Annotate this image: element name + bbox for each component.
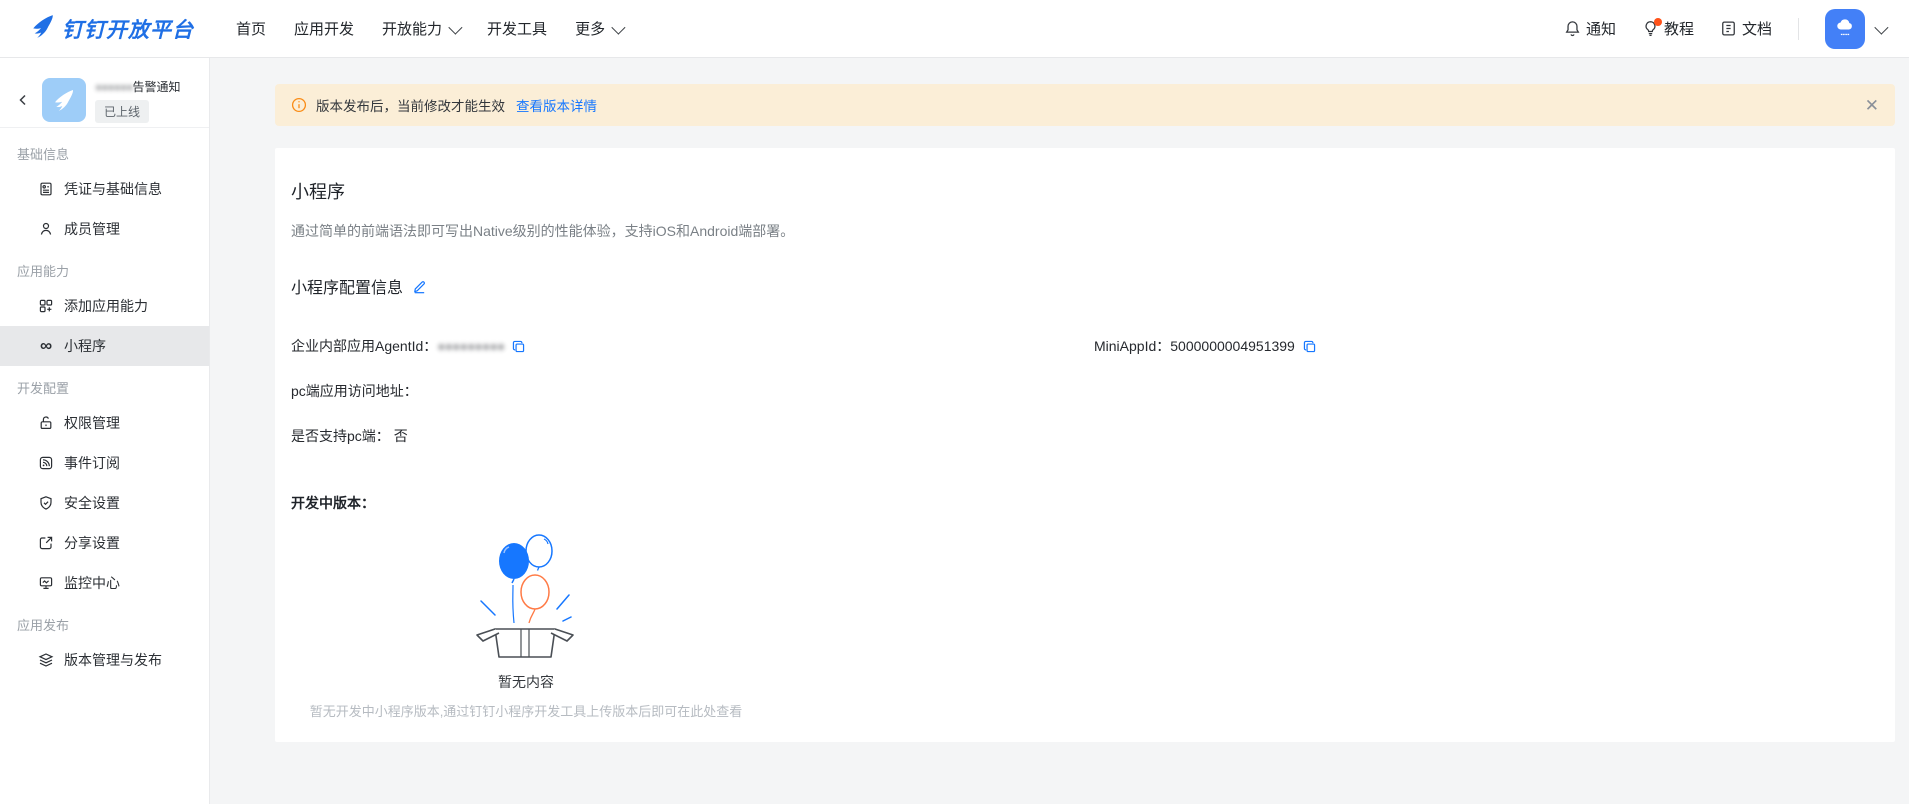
app-logo	[42, 78, 86, 122]
miniapp-panel: 小程序 通过简单的前端语法即可写出Native级别的性能体验，支持iOS和And…	[275, 148, 1895, 742]
edit-icon[interactable]	[412, 279, 427, 294]
open-box-balloons-illustration	[451, 529, 601, 661]
header-divider	[1798, 18, 1799, 40]
empty-state: 暂无内容 暂无开发中小程序版本,通过钉钉小程序开发工具上传版本后即可在此处查看	[291, 529, 761, 720]
miniapp-id-value: 5000000004951399	[1170, 338, 1295, 354]
monitor-icon	[38, 575, 54, 591]
brand-logo[interactable]: 钉钉开放平台	[30, 13, 194, 44]
nav-home[interactable]: 首页	[222, 0, 280, 58]
chevron-left-icon	[17, 94, 29, 106]
sidebar-item-permissions[interactable]: 权限管理	[0, 403, 209, 443]
sidebar-item-credentials[interactable]: 凭证与基础信息	[0, 169, 209, 209]
top-navbar: 钉钉开放平台 首页 应用开发 开放能力 开发工具 更多 通知	[0, 0, 1909, 58]
sidebar: ●●●●●●告警通知 已上线 基础信息 凭证与基础信息 成员管理	[0, 58, 210, 804]
chevron-down-icon	[1874, 20, 1888, 34]
miniapp-id-label: MiniAppId：	[1094, 336, 1170, 356]
pc-support-label: 是否支持pc端：	[291, 428, 390, 444]
bell-icon	[1564, 20, 1581, 37]
member-icon	[38, 221, 54, 237]
header-actions: 通知 教程 文档	[1564, 9, 1885, 49]
app-name: ●●●●●●告警通知	[95, 78, 181, 95]
notification-label: 通知	[1586, 18, 1616, 39]
section-app-release: 应用发布	[0, 615, 209, 640]
miniapp-infinity-icon: ∞	[38, 339, 54, 353]
sidebar-item-miniapp[interactable]: ∞ 小程序	[0, 326, 209, 366]
credential-icon	[38, 181, 54, 197]
empty-title: 暂无内容	[291, 672, 761, 692]
layers-icon	[38, 652, 54, 668]
sidebar-item-version-release[interactable]: 版本管理与发布	[0, 640, 209, 680]
main-nav: 首页 应用开发 开放能力 开发工具 更多	[222, 0, 636, 58]
sidebar-menu: 基础信息 凭证与基础信息 成员管理 应用能力	[0, 128, 209, 680]
pc-url-row: pc端应用访问地址：	[291, 381, 1871, 401]
sidebar-item-security[interactable]: 安全设置	[0, 483, 209, 523]
version-notice-banner: 版本发布后，当前修改才能生效 查看版本详情 ✕	[275, 84, 1895, 126]
app-header: ●●●●●●告警通知 已上线	[0, 58, 209, 128]
empty-caption: 暂无开发中小程序版本,通过钉钉小程序开发工具上传版本后即可在此处查看	[291, 701, 761, 720]
org-name-micro: ▪▪▪▪▪	[1841, 32, 1850, 38]
miniapp-id-row: MiniAppId： 5000000004951399	[1094, 336, 1317, 356]
agent-id-row: 企业内部应用AgentId： ●●●●●●●●●	[291, 336, 1094, 356]
nav-dev-tools[interactable]: 开发工具	[473, 0, 561, 58]
nav-open-capability[interactable]: 开放能力	[368, 0, 473, 58]
share-icon	[38, 535, 54, 551]
pc-support-row: 是否支持pc端： 否	[291, 426, 1871, 446]
rss-icon	[38, 455, 54, 471]
agent-id-value: ●●●●●●●●●	[437, 338, 504, 354]
banner-message: 版本发布后，当前修改才能生效	[316, 95, 505, 115]
copy-icon[interactable]	[1302, 339, 1317, 354]
sidebar-item-monitor-center[interactable]: 监控中心	[0, 563, 209, 603]
sidebar-item-add-capability[interactable]: 添加应用能力	[0, 286, 209, 326]
dingtalk-wing-icon	[30, 13, 56, 44]
status-badge: 已上线	[95, 100, 149, 123]
chevron-down-icon	[448, 20, 462, 34]
info-circle-icon	[291, 97, 307, 113]
org-cloud-icon	[1837, 19, 1853, 30]
sidebar-item-share-settings[interactable]: 分享设置	[0, 523, 209, 563]
pc-url-label: pc端应用访问地址：	[291, 383, 418, 399]
agent-id-label: 企业内部应用AgentId：	[291, 336, 437, 356]
docs-label: 文档	[1742, 18, 1772, 39]
tutorial-label: 教程	[1664, 18, 1694, 39]
doc-icon	[1720, 20, 1737, 37]
section-dev-config: 开发配置	[0, 378, 209, 403]
main-area: 版本发布后，当前修改才能生效 查看版本详情 ✕ 小程序 通过简单的前端语法即可写…	[210, 58, 1909, 804]
sidebar-item-event-subscription[interactable]: 事件订阅	[0, 443, 209, 483]
add-capability-icon	[38, 298, 54, 314]
close-icon[interactable]: ✕	[1865, 97, 1879, 114]
config-section-title: 小程序配置信息	[291, 274, 403, 298]
lock-icon	[38, 415, 54, 431]
bulb-icon	[1642, 20, 1659, 37]
view-version-details-link[interactable]: 查看版本详情	[516, 95, 597, 115]
dev-version-label: 开发中版本：	[291, 493, 1871, 513]
nav-more[interactable]: 更多	[561, 0, 636, 58]
nav-app-dev[interactable]: 应用开发	[280, 0, 368, 58]
back-button[interactable]	[12, 78, 34, 122]
account-menu[interactable]: ▪▪▪▪▪	[1825, 9, 1885, 49]
page-title: 小程序	[291, 178, 1871, 204]
copy-icon[interactable]	[511, 339, 526, 354]
pc-support-value: 否	[394, 428, 408, 444]
brand-title: 钉钉开放平台	[62, 14, 194, 44]
page-description: 通过简单的前端语法即可写出Native级别的性能体验，支持iOS和Android…	[291, 221, 1871, 241]
sidebar-item-members[interactable]: 成员管理	[0, 209, 209, 249]
section-basic-info: 基础信息	[0, 144, 209, 169]
docs-button[interactable]: 文档	[1720, 18, 1772, 39]
section-app-capability: 应用能力	[0, 261, 209, 286]
dingtalk-wing-icon	[52, 88, 76, 112]
org-avatar: ▪▪▪▪▪	[1825, 9, 1865, 49]
unread-dot	[1654, 18, 1662, 26]
notification-button[interactable]: 通知	[1564, 18, 1616, 39]
chevron-down-icon	[611, 20, 625, 34]
shield-icon	[38, 495, 54, 511]
tutorial-button[interactable]: 教程	[1642, 18, 1694, 39]
